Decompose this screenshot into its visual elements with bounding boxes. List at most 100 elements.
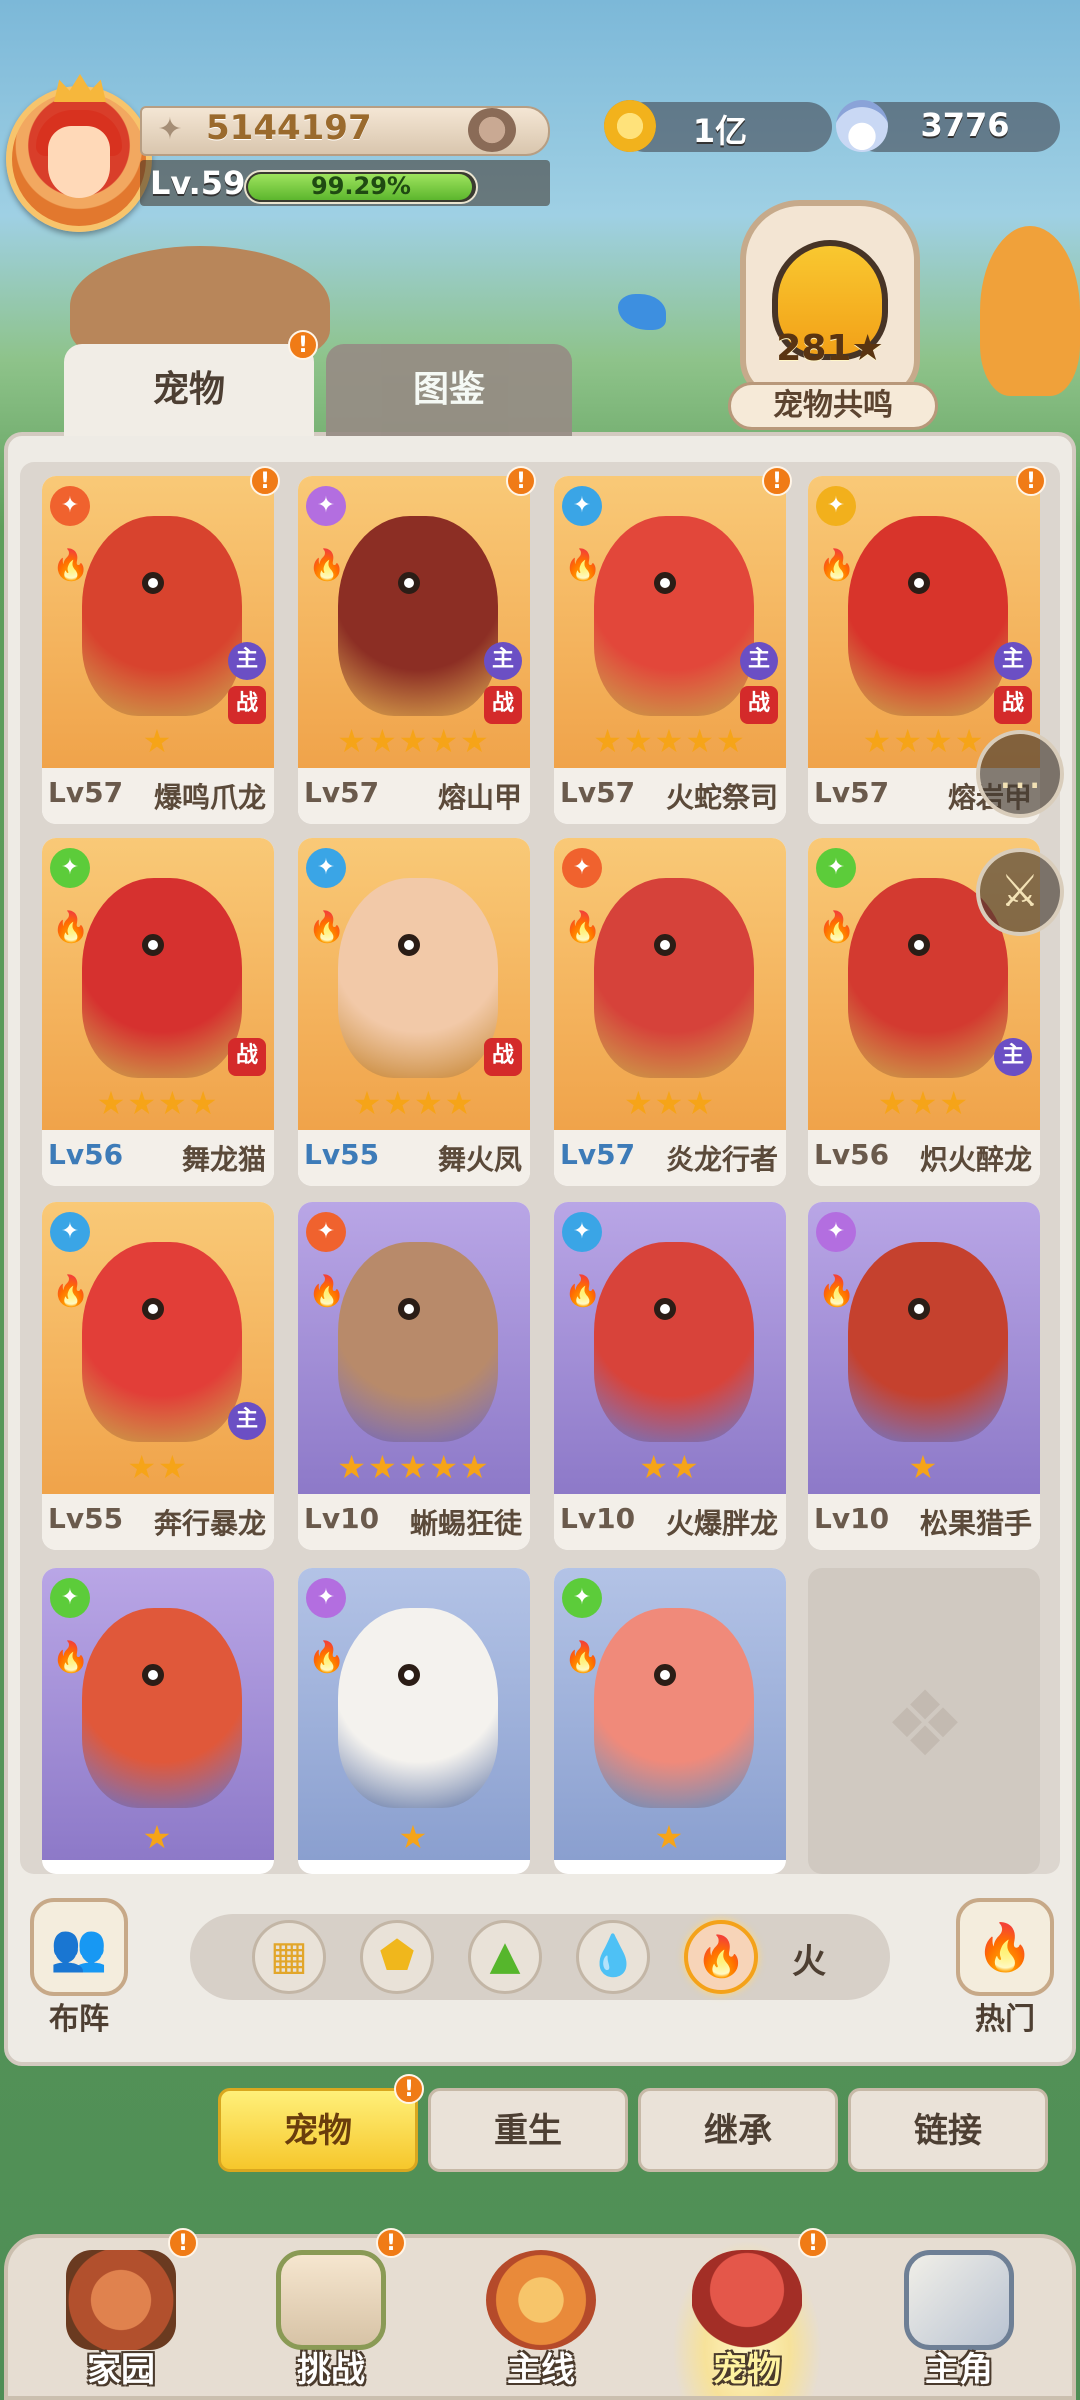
formation-button[interactable]: 👥	[30, 1898, 128, 1996]
pet-card[interactable]: ✦ 🔥 ★	[42, 1568, 274, 1874]
star-rating: ★★★	[877, 1084, 971, 1122]
pet-eye	[654, 934, 676, 956]
fire-element-icon: 🔥	[52, 1274, 90, 1309]
pet-eye	[908, 1298, 930, 1320]
tab-pets[interactable]: 宠物	[64, 344, 314, 436]
challenge-board-icon	[276, 2250, 386, 2350]
fire-element-icon: 🔥	[818, 910, 856, 945]
subtab-link[interactable]: 链接	[848, 2088, 1048, 2172]
main-badge: 主	[994, 1038, 1032, 1076]
grid-all-icon[interactable]: ▦	[252, 1920, 326, 1994]
pet-name: 松果猎手	[919, 1507, 1032, 1540]
subtab-rebirth[interactable]: 重生	[428, 2088, 628, 2172]
water-icon[interactable]: 💧	[576, 1920, 650, 1994]
gold-coin-icon	[604, 100, 656, 152]
nav-home[interactable]: 家园	[46, 2240, 196, 2396]
earth-icon[interactable]: ⬟	[360, 1920, 434, 1994]
subtab-inherit[interactable]: 继承	[638, 2088, 838, 2172]
subtab-pets[interactable]: 宠物	[218, 2088, 418, 2172]
star-rating: ★★★★	[352, 1084, 476, 1122]
nav-challenge-alert-icon: !	[376, 2228, 406, 2258]
pet-figure	[338, 878, 498, 1078]
subtab-pets-alert-icon: !	[394, 2074, 424, 2104]
star-rating: ★★★★	[96, 1084, 220, 1122]
pet-card[interactable]: ✦ 🔥 ★★★ Lv57 炎龙行者	[554, 838, 786, 1186]
role-icon: ✦	[562, 1578, 602, 1618]
role-icon: ✦	[816, 848, 856, 888]
paw-icon: ❖	[884, 1672, 966, 1777]
star-rating: ★★★	[623, 1084, 717, 1122]
nav-main[interactable]: 主线	[466, 2240, 616, 2396]
lion-rank-icon[interactable]	[468, 108, 516, 152]
fire-element-icon: 🔥	[564, 1274, 602, 1309]
star-rating: ★	[654, 1818, 686, 1856]
pet-level: Lv55	[304, 1138, 380, 1171]
pet-name: 奔行暴龙	[153, 1507, 266, 1540]
pet-eye	[142, 934, 164, 956]
battle-swords-icon[interactable]: ⚔	[976, 848, 1064, 936]
pet-card[interactable]: ✦ 🔥 ★★★★ Lv56 舞龙猫 战	[42, 838, 274, 1186]
star-rating: ★★	[639, 1448, 701, 1486]
pet-level: Lv57	[560, 776, 636, 809]
fire-element-icon: 🔥	[308, 1640, 346, 1675]
pet-card[interactable]: ✦ 🔥 ★ Lv10 松果猎手	[808, 1202, 1040, 1550]
pet-figure	[594, 1608, 754, 1808]
pet-eye	[398, 934, 420, 956]
home-meat-icon	[66, 2250, 176, 2350]
scenery-pet-right	[980, 226, 1080, 396]
role-icon: ✦	[306, 1578, 346, 1618]
formation-label: 布阵	[49, 2002, 109, 2037]
star-rating: ★★	[127, 1448, 189, 1486]
main-badge: 主	[228, 642, 266, 680]
flame-icon: 🔥	[976, 1920, 1034, 1974]
nav-challenge[interactable]: 挑战	[256, 2240, 406, 2396]
pets-dragon-icon	[692, 2250, 802, 2350]
battle-badge: 战	[484, 686, 522, 724]
pet-card[interactable]: ✦ 🔥 ★	[298, 1568, 530, 1874]
pet-card[interactable]: ✦ 🔥 ★★ Lv55 奔行暴龙 主	[42, 1202, 274, 1550]
shell-icon	[836, 100, 888, 152]
pet-card[interactable]: ✦ 🔥 ★	[554, 1568, 786, 1874]
pet-name: 熔山甲	[437, 781, 522, 814]
selected-element-label: 火	[792, 1942, 826, 1982]
pet-figure	[82, 1242, 242, 1442]
tab-codex[interactable]: 图鉴	[326, 344, 572, 436]
battle-badge: 战	[484, 1038, 522, 1076]
main-quest-icon	[486, 2250, 596, 2350]
fire-element-icon: 🔥	[564, 1640, 602, 1675]
role-icon: ✦	[306, 486, 346, 526]
nav-hero[interactable]: 主角	[884, 2240, 1034, 2396]
pet-card[interactable]: ✦ 🔥 ★★ Lv10 火爆胖龙	[554, 1202, 786, 1550]
player-avatar[interactable]	[6, 74, 152, 232]
main-badge: 主	[228, 1402, 266, 1440]
pet-level: Lv57	[814, 776, 890, 809]
nav-pets-alert-icon: !	[798, 2228, 828, 2258]
nav-pets[interactable]: 宠物	[672, 2240, 822, 2396]
pet-level: Lv55	[48, 1502, 124, 1535]
pet-name: 炽火醉龙	[919, 1143, 1032, 1176]
star-rating: ★★★★★	[337, 1448, 491, 1486]
pet-card[interactable]: ✦ 🔥 ★★★★★ Lv57 火蛇祭司 主战	[554, 476, 786, 824]
role-icon: ✦	[306, 1212, 346, 1252]
main-badge: 主	[994, 642, 1032, 680]
pet-eye	[142, 572, 164, 594]
star-rating: ★	[398, 1818, 430, 1856]
pet-eye	[398, 1298, 420, 1320]
role-icon: ✦	[50, 486, 90, 526]
chat-icon[interactable]: …	[976, 730, 1064, 818]
pet-card[interactable]: ✦ 🔥 ★★★★★ Lv57 熔山甲 主战	[298, 476, 530, 824]
pet-name: 炎龙行者	[665, 1143, 778, 1176]
pet-eye	[398, 572, 420, 594]
pet-card[interactable]: ✦ 🔥 ★ Lv57 爆鸣爪龙 主战	[42, 476, 274, 824]
power-wings-icon: ✦	[157, 112, 183, 147]
hot-button[interactable]: 🔥	[956, 1898, 1054, 1996]
grass-icon[interactable]: ▲	[468, 1920, 542, 1994]
gold-value: 1亿	[692, 112, 748, 150]
role-icon: ✦	[562, 486, 602, 526]
role-icon: ✦	[562, 848, 602, 888]
pet-card[interactable]: ✦ 🔥 ★★★★ Lv55 舞火凤 战	[298, 838, 530, 1186]
pet-card[interactable]: ✦ 🔥 ★★★★★ Lv10 蜥蜴狂徒	[298, 1202, 530, 1550]
fire-icon[interactable]: 🔥	[684, 1920, 758, 1994]
pet-figure	[338, 1608, 498, 1808]
pet-figure	[82, 878, 242, 1078]
